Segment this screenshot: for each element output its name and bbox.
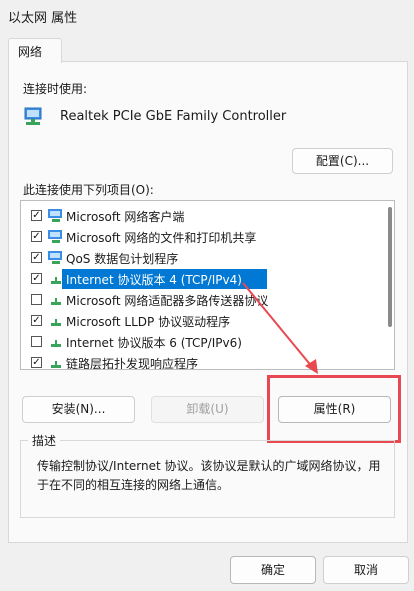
configure-button[interactable]: 配置(C)... (292, 148, 393, 174)
checkbox[interactable]: ✓ (31, 210, 42, 221)
adapter-name: Realtek PCIe GbE Family Controller (60, 109, 287, 124)
install-button[interactable]: 安装(N)... (22, 396, 135, 423)
network-client-icon (48, 230, 62, 243)
list-scrollbar[interactable] (388, 207, 392, 327)
annotation-highlight-box (267, 375, 401, 443)
protocol-icon (51, 319, 61, 326)
list-item[interactable]: ✓ Microsoft 网络的文件和打印机共享 (21, 227, 377, 247)
item-label: Microsoft LLDP 协议驱动程序 (66, 315, 231, 329)
description-text: 传输控制协议/Internet 协议。该协议是默认的广域网络协议，用于在不同的相… (37, 459, 381, 492)
items-label: 此连接使用下列项目(O): (23, 183, 154, 197)
cancel-button[interactable]: 取消 (323, 556, 409, 584)
connect-using-label: 连接时使用: (23, 82, 88, 96)
checkbox[interactable]: ✓ (31, 231, 42, 242)
protocol-icon (51, 277, 61, 284)
list-item[interactable]: ✓ Microsoft LLDP 协议驱动程序 (21, 311, 377, 331)
list-item[interactable]: ✓ 链路层拓扑发现响应程序 (21, 353, 377, 370)
protocol-icon (51, 340, 61, 347)
checkbox[interactable]: ✓ (31, 252, 42, 263)
tab-label: 网络 (18, 45, 43, 59)
title-bar: 以太网 属性 (0, 0, 414, 30)
network-adapter-icon (24, 107, 42, 125)
components-list[interactable]: ✓ Microsoft 网络客户端 ✓ Microsoft 网络的文件和打印机共… (20, 200, 395, 370)
checkbox[interactable]: ✓ (31, 357, 42, 368)
network-client-icon (48, 209, 62, 222)
item-label: QoS 数据包计划程序 (66, 252, 179, 266)
list-item-selected[interactable]: ✓ Internet 协议版本 4 (TCP/IPv4) (21, 269, 377, 289)
list-item[interactable]: ✓ QoS 数据包计划程序 (21, 248, 377, 268)
protocol-icon (51, 361, 61, 368)
item-label: 链路层拓扑发现响应程序 (66, 357, 199, 370)
uninstall-button[interactable]: 卸载(U) (151, 396, 264, 423)
checkbox[interactable]: ✓ (31, 273, 42, 284)
window-title: 以太网 属性 (8, 11, 78, 26)
protocol-icon (51, 298, 61, 305)
checkbox[interactable] (31, 294, 42, 305)
ok-button[interactable]: 确定 (230, 556, 316, 584)
description-title: 描述 (28, 432, 61, 449)
item-label: Microsoft 网络适配器多路传送器协议 (66, 294, 269, 308)
checkbox[interactable] (31, 336, 42, 347)
checkbox[interactable]: ✓ (31, 315, 42, 326)
item-label: Internet 协议版本 4 (TCP/IPv4) (66, 273, 242, 287)
list-item[interactable]: Internet 协议版本 6 (TCP/IPv6) (21, 332, 377, 352)
tab-network[interactable]: 网络 (8, 38, 62, 63)
item-label: Internet 协议版本 6 (TCP/IPv6) (66, 336, 242, 350)
network-client-icon (48, 251, 62, 264)
list-item[interactable]: Microsoft 网络适配器多路传送器协议 (21, 290, 377, 310)
list-item[interactable]: ✓ Microsoft 网络客户端 (21, 206, 377, 226)
item-label: Microsoft 网络客户端 (66, 210, 185, 224)
item-label: Microsoft 网络的文件和打印机共享 (66, 231, 257, 245)
